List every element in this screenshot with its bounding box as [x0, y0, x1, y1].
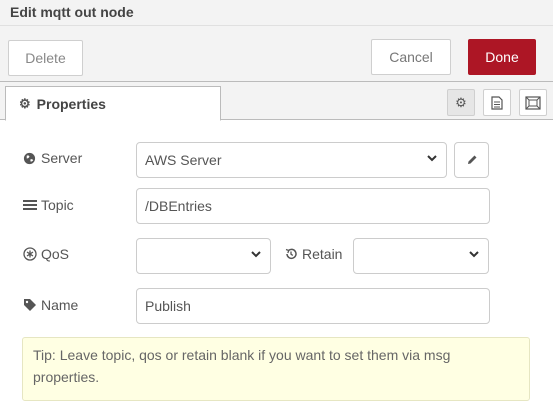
tip-box: Tip: Leave topic, qos or retain blank if…	[22, 337, 530, 401]
gear-icon: ⚙	[19, 95, 31, 111]
name-label: Name	[41, 297, 79, 313]
edit-server-button[interactable]	[454, 142, 489, 178]
cancel-button[interactable]: Cancel	[371, 39, 451, 75]
appearance-tab-button[interactable]	[519, 89, 547, 116]
server-label: Server	[41, 150, 83, 166]
topic-input[interactable]: /DBEntries	[136, 188, 490, 224]
list-icon	[23, 199, 37, 211]
qos-label: QoS	[41, 246, 70, 262]
server-label-row: Server	[23, 150, 82, 166]
name-value: Publish	[145, 298, 191, 314]
qos-select[interactable]	[136, 238, 271, 274]
title-bar: Edit mqtt out node	[0, 0, 553, 26]
history-icon	[284, 247, 298, 261]
topic-label: Topic	[41, 197, 74, 213]
retain-select[interactable]	[353, 238, 489, 274]
done-button[interactable]: Done	[468, 39, 536, 75]
chevron-down-icon	[250, 248, 262, 260]
tab-properties[interactable]: ⚙ Properties	[5, 86, 221, 121]
document-icon	[491, 95, 503, 110]
server-value: AWS Server	[145, 152, 222, 168]
delete-button[interactable]: Delete	[8, 40, 83, 76]
dialog-toolbar: Delete Cancel Done	[0, 26, 553, 82]
tip-text: Tip: Leave topic, qos or retain blank if…	[33, 347, 451, 385]
retain-label: Retain	[302, 246, 343, 262]
server-select[interactable]: AWS Server	[136, 142, 447, 178]
retain-label-row: Retain	[284, 246, 342, 262]
frame-icon	[525, 95, 541, 110]
chevron-down-icon	[426, 152, 438, 164]
properties-tab-button[interactable]: ⚙	[447, 89, 475, 116]
asterisk-icon	[23, 247, 37, 261]
gear-icon: ⚙	[455, 94, 467, 110]
tag-icon	[23, 298, 37, 312]
name-label-row: Name	[23, 297, 78, 313]
globe-icon	[23, 152, 37, 165]
dialog-title: Edit mqtt out node	[10, 4, 134, 20]
qos-label-row: QoS	[23, 246, 69, 262]
topic-label-row: Topic	[23, 197, 74, 213]
topic-value: /DBEntries	[145, 198, 212, 214]
pencil-icon	[466, 154, 478, 166]
name-input[interactable]: Publish	[136, 288, 490, 324]
tabs-bar: ⚙ Properties ⚙	[0, 82, 553, 121]
chevron-down-icon	[468, 248, 480, 260]
description-tab-button[interactable]	[483, 89, 511, 116]
tab-properties-label: Properties	[36, 95, 106, 112]
